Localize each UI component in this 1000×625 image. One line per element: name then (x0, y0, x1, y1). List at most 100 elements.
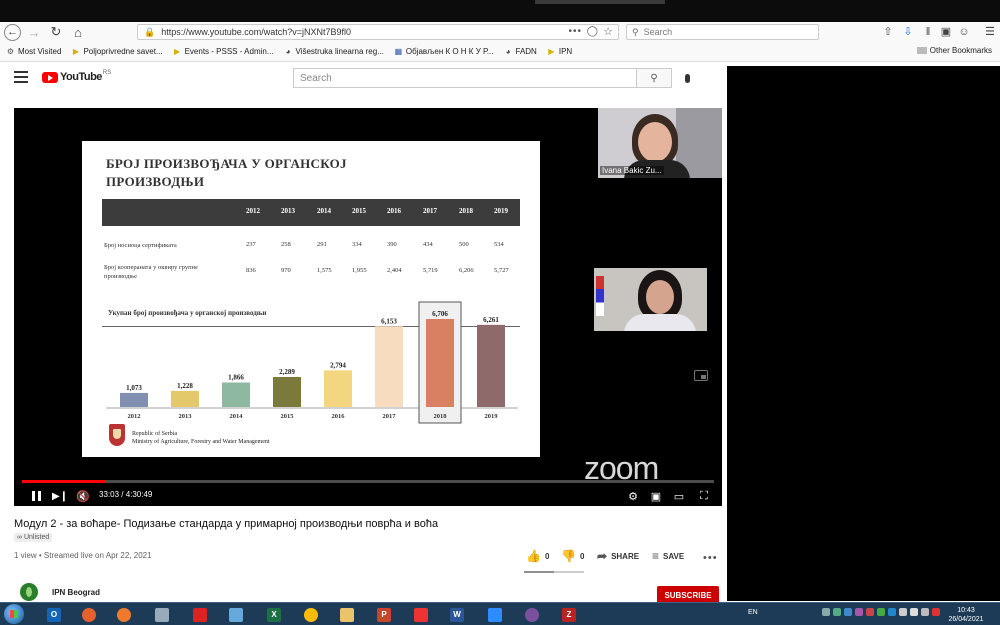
menu-icon[interactable]: ☰ (982, 24, 998, 40)
sidebar-icon[interactable]: ▣ (938, 24, 954, 40)
pocket-icon[interactable]: ◯ (587, 26, 598, 37)
alert-icon[interactable] (932, 608, 940, 616)
tray-icon[interactable] (888, 608, 896, 616)
taskbar-excel[interactable]: X (260, 605, 288, 624)
library-icon[interactable]: ‖ (920, 24, 936, 40)
theater-mode-icon[interactable]: ▭ (671, 486, 687, 506)
miniplayer-button-icon[interactable]: ▣ (648, 486, 664, 506)
taskbar-calculator[interactable] (148, 605, 176, 624)
category-tick-label: 2019 (485, 413, 499, 420)
url-text: https://www.youtube.com/watch?v=jNXNt7B9… (161, 27, 352, 37)
bar-2015 (273, 376, 301, 407)
url-bar[interactable]: 🔒 https://www.youtube.com/watch?v=jNXNt7… (137, 24, 619, 40)
bookmark-star-icon[interactable]: ☆ (603, 25, 613, 38)
bookmark-fadn[interactable]: ◕ FADN (504, 47, 537, 56)
taskbar-mail[interactable]: O (40, 605, 68, 624)
forward-arrow-icon[interactable]: → (25, 23, 43, 41)
taskbar-firefox-2[interactable] (110, 605, 138, 624)
taskbar-chrome[interactable] (297, 605, 325, 624)
youtube-logo[interactable]: YouTube RS (42, 70, 111, 83)
taskbar-acrobat[interactable] (407, 605, 435, 624)
row-label-line: Број носиоца сертификата (104, 242, 177, 249)
reload-icon[interactable]: ↻ (47, 23, 65, 41)
share-button[interactable]: ➦ SHARE (597, 549, 639, 563)
category-tick-label: 2014 (230, 413, 244, 420)
search-icon: ⚲ (650, 72, 658, 84)
notepad-icon (229, 607, 243, 622)
table-cell: 5,727 (494, 267, 509, 274)
lock-icon: 🔒 (144, 26, 156, 37)
browser-toolbar: ← → ↻ ⌂ 🔒 https://www.youtube.com/watch?… (0, 22, 1000, 42)
network-icon[interactable] (921, 608, 929, 616)
tray-icon[interactable] (866, 608, 874, 616)
next-icon[interactable]: ▶❙ (52, 486, 68, 506)
tray-icon[interactable] (844, 608, 852, 616)
bookmark-label: Events - PSSS - Admin... (184, 47, 274, 56)
taskbar-powerpoint[interactable]: P (370, 605, 398, 624)
more-actions-icon[interactable]: ••• (703, 552, 718, 564)
youtube-search-button[interactable]: ⚲ (636, 68, 672, 88)
bar-value-label: 1,073 (126, 384, 142, 392)
slide-footer-country: Republic of Serbia (132, 431, 177, 437)
flag-icon[interactable] (899, 608, 907, 616)
taskbar-firefox[interactable] (75, 605, 103, 624)
taskbar-word[interactable]: W (443, 605, 471, 624)
table-cell: 970 (281, 267, 291, 274)
tray-icon[interactable] (833, 608, 841, 616)
upload-icon[interactable]: ⇧ (880, 24, 896, 40)
tray-icon[interactable] (877, 608, 885, 616)
bookmark-events[interactable]: ▶ Events - PSSS - Admin... (173, 47, 274, 56)
youtube-search-input[interactable]: Search (293, 68, 636, 88)
bookmark-visestruka[interactable]: ◕ Višestruka linearna reg... (284, 47, 384, 56)
volume-icon[interactable] (910, 608, 918, 616)
taskbar-explorer[interactable] (333, 605, 361, 624)
unlisted-label: Unlisted (23, 534, 50, 541)
taskbar-notepad[interactable] (222, 605, 250, 624)
bookmark-poljoprivredne[interactable]: ▶ Poljoprivredne savet... (71, 47, 163, 56)
webcam-participant-2 (594, 268, 707, 331)
bar-value-label: 1,866 (228, 374, 244, 382)
like-button[interactable]: 👍 0 (526, 549, 549, 563)
browser-search-input[interactable]: ⚲ Search (626, 24, 819, 40)
bookmark-ipn[interactable]: ▶ IPN (547, 47, 572, 56)
bookmark-konkurs[interactable]: ▦ Објављен К О Н К У Р... (394, 47, 494, 56)
views-and-date: 1 view • Streamed live on Apr 22, 2021 (14, 551, 152, 560)
miniplayer-icon[interactable] (694, 370, 708, 381)
table-cell: 434 (423, 241, 433, 248)
dislike-button[interactable]: 👎 0 (561, 549, 584, 563)
video-progress-bar[interactable] (22, 480, 714, 483)
taskbar-app-red[interactable] (186, 605, 214, 624)
channel-avatar[interactable] (20, 583, 38, 601)
table-cell: 1,955 (352, 267, 367, 274)
table-cell: 500 (459, 241, 469, 248)
table-row-label: Број коопераната у оквиру групне производ… (104, 263, 244, 281)
video-player[interactable]: БРОЈ ПРОИЗВОЂАЧА У ОРГАНСКОЈ ПРОИЗВОДЊИ … (14, 108, 722, 506)
home-icon[interactable]: ⌂ (69, 23, 87, 41)
fullscreen-icon[interactable]: ⛶ (696, 486, 712, 506)
microphone-icon[interactable] (680, 69, 694, 87)
windows-taskbar: O X P W Z EN 10:43 26/04/2021 (0, 602, 1000, 625)
taskbar-zoom[interactable] (481, 605, 509, 624)
save-button[interactable]: ≡ SAVE (652, 549, 684, 563)
hamburger-menu-icon[interactable] (14, 71, 28, 83)
page-actions-icon[interactable]: ••• (568, 26, 582, 37)
bookmark-most-visited[interactable]: ⚙ Most Visited (6, 47, 62, 56)
channel-name[interactable]: IPN Beograd (52, 588, 100, 597)
settings-gear-icon[interactable]: ⚙ (626, 486, 640, 506)
pause-icon[interactable] (26, 486, 46, 506)
star-icon: ▶ (174, 47, 181, 56)
system-clock[interactable]: 10:43 26/04/2021 (946, 606, 986, 624)
taskbar-filezilla[interactable]: Z (555, 605, 583, 624)
mute-icon[interactable]: 🔇 (74, 486, 92, 506)
taskbar-viber[interactable] (518, 605, 546, 624)
language-indicator[interactable]: EN (748, 609, 758, 616)
browser-tab[interactable] (535, 0, 665, 4)
other-bookmarks[interactable]: Other Bookmarks (916, 46, 992, 55)
bar-value-label: 6,706 (432, 310, 448, 318)
tray-icon[interactable] (855, 608, 863, 616)
account-icon[interactable]: ☺ (956, 24, 972, 40)
back-arrow-icon[interactable]: ← (4, 23, 21, 41)
tray-icon[interactable] (822, 608, 830, 616)
download-icon[interactable]: ⇩ (900, 24, 916, 40)
start-button[interactable] (4, 604, 24, 624)
